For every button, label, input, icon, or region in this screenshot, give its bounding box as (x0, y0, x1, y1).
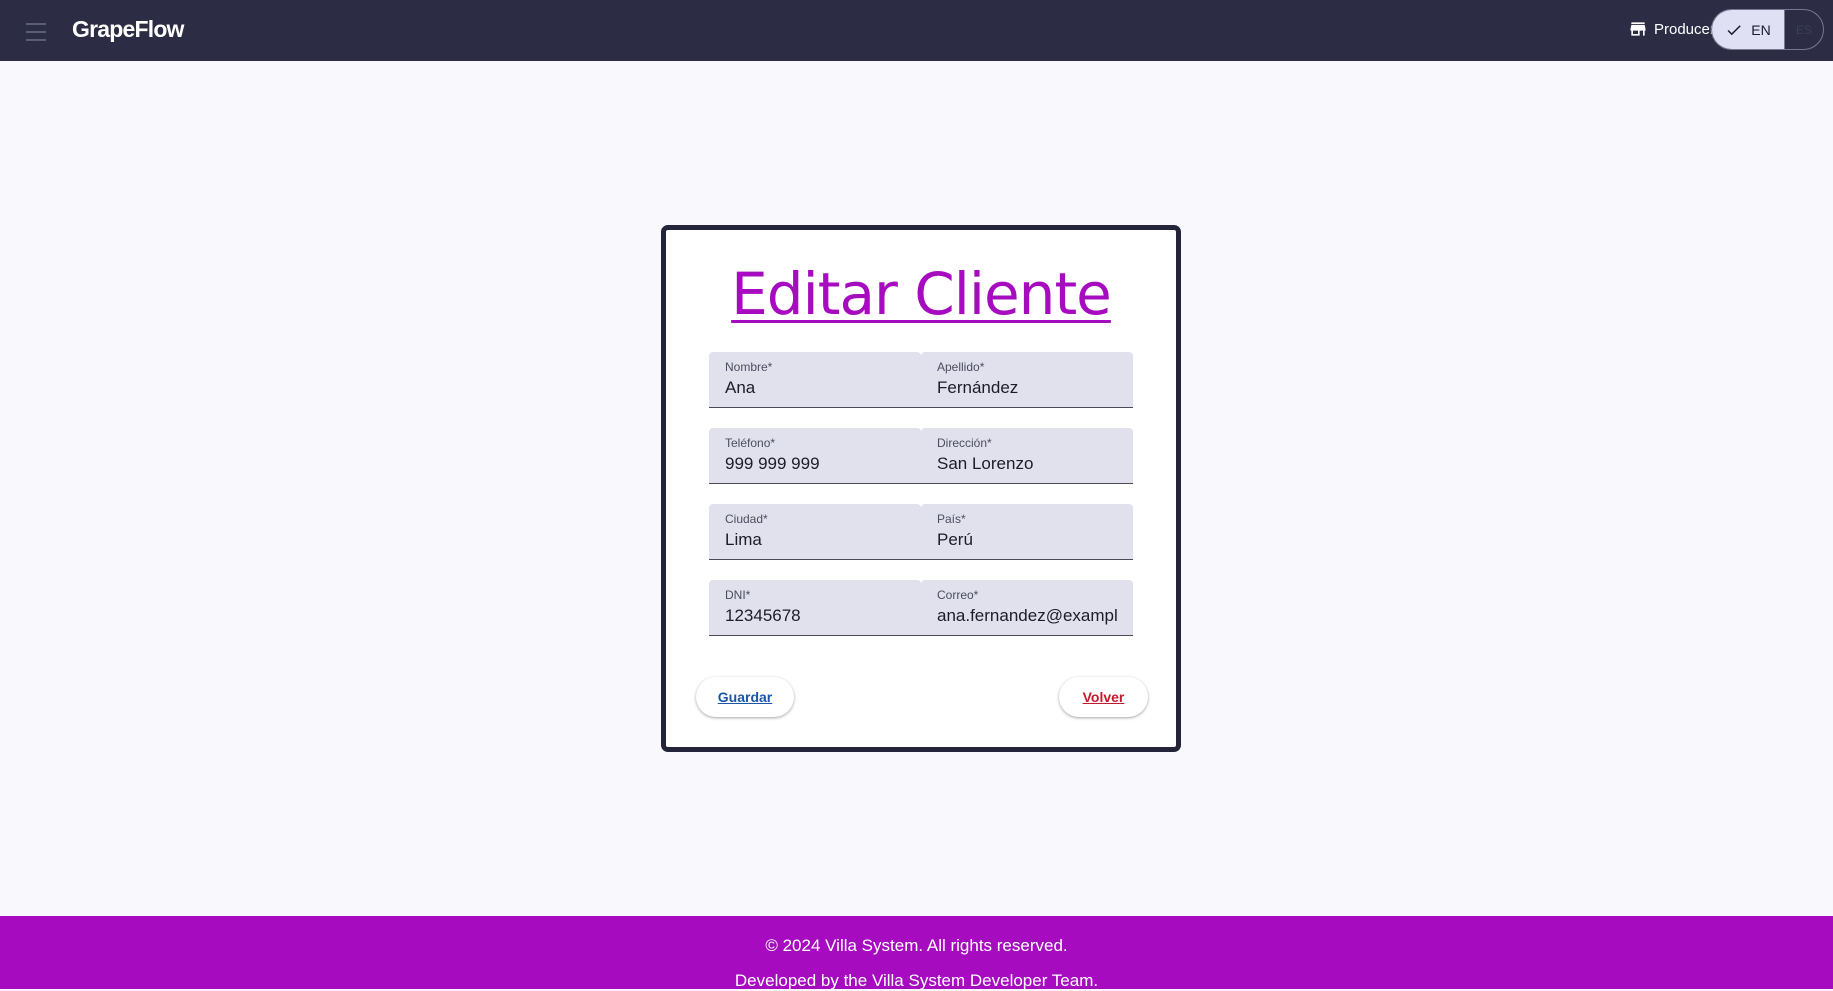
dni-input[interactable] (725, 606, 906, 626)
footer-credits: Developed by the Villa System Developer … (734, 971, 1099, 990)
store-icon (1630, 22, 1646, 36)
ciudad-label: Ciudad* (725, 512, 768, 526)
lang-es-option[interactable]: ES (1784, 10, 1823, 49)
producer-link[interactable]: Producer (1628, 18, 1715, 40)
telefono-label: Teléfono* (725, 436, 776, 450)
pais-label: País* (937, 512, 966, 526)
top-app-bar: GrapeFlow Producer EN ES (0, 0, 1833, 61)
nombre-label: Nombre* (725, 360, 773, 374)
producer-label: Producer (1654, 20, 1715, 38)
direccion-label: Dirección* (937, 436, 992, 450)
edit-client-card: Editar Cliente Nombre* Apellido* Teléfon… (661, 225, 1181, 752)
apellido-label: Apellido* (937, 360, 985, 374)
ciudad-field[interactable]: Ciudad* (709, 504, 921, 560)
lang-es-label: ES (1795, 22, 1812, 37)
telefono-field[interactable]: Teléfono* (709, 428, 921, 484)
brand-logo[interactable]: GrapeFlow (72, 16, 184, 43)
dni-field[interactable]: DNI* (709, 580, 921, 636)
dni-label: DNI* (725, 588, 751, 602)
language-toggle: EN ES (1711, 9, 1824, 50)
page-title: Editar Cliente (731, 260, 1112, 328)
footer-copyright: © 2024 Villa System. All rights reserved… (765, 936, 1068, 955)
lang-en-option[interactable]: EN (1712, 10, 1784, 49)
correo-input[interactable] (937, 606, 1118, 626)
apellido-input[interactable] (937, 378, 1118, 398)
menu-icon[interactable] (24, 23, 48, 41)
nombre-field[interactable]: Nombre* (709, 352, 921, 408)
telefono-input[interactable] (725, 454, 906, 474)
save-button[interactable]: Guardar (696, 677, 794, 717)
footer: © 2024 Villa System. All rights reserved… (0, 916, 1833, 990)
lang-en-label: EN (1751, 21, 1771, 38)
direccion-input[interactable] (937, 454, 1118, 474)
apellido-field[interactable]: Apellido* (921, 352, 1133, 408)
nombre-input[interactable] (725, 378, 906, 398)
back-button[interactable]: Volver (1059, 677, 1148, 717)
correo-field[interactable]: Correo* (921, 580, 1133, 636)
pais-field[interactable]: País* (921, 504, 1133, 560)
correo-label: Correo* (937, 588, 979, 602)
direccion-field[interactable]: Dirección* (921, 428, 1133, 484)
ciudad-input[interactable] (725, 530, 906, 550)
check-icon (1727, 24, 1742, 35)
pais-input[interactable] (937, 530, 1118, 550)
